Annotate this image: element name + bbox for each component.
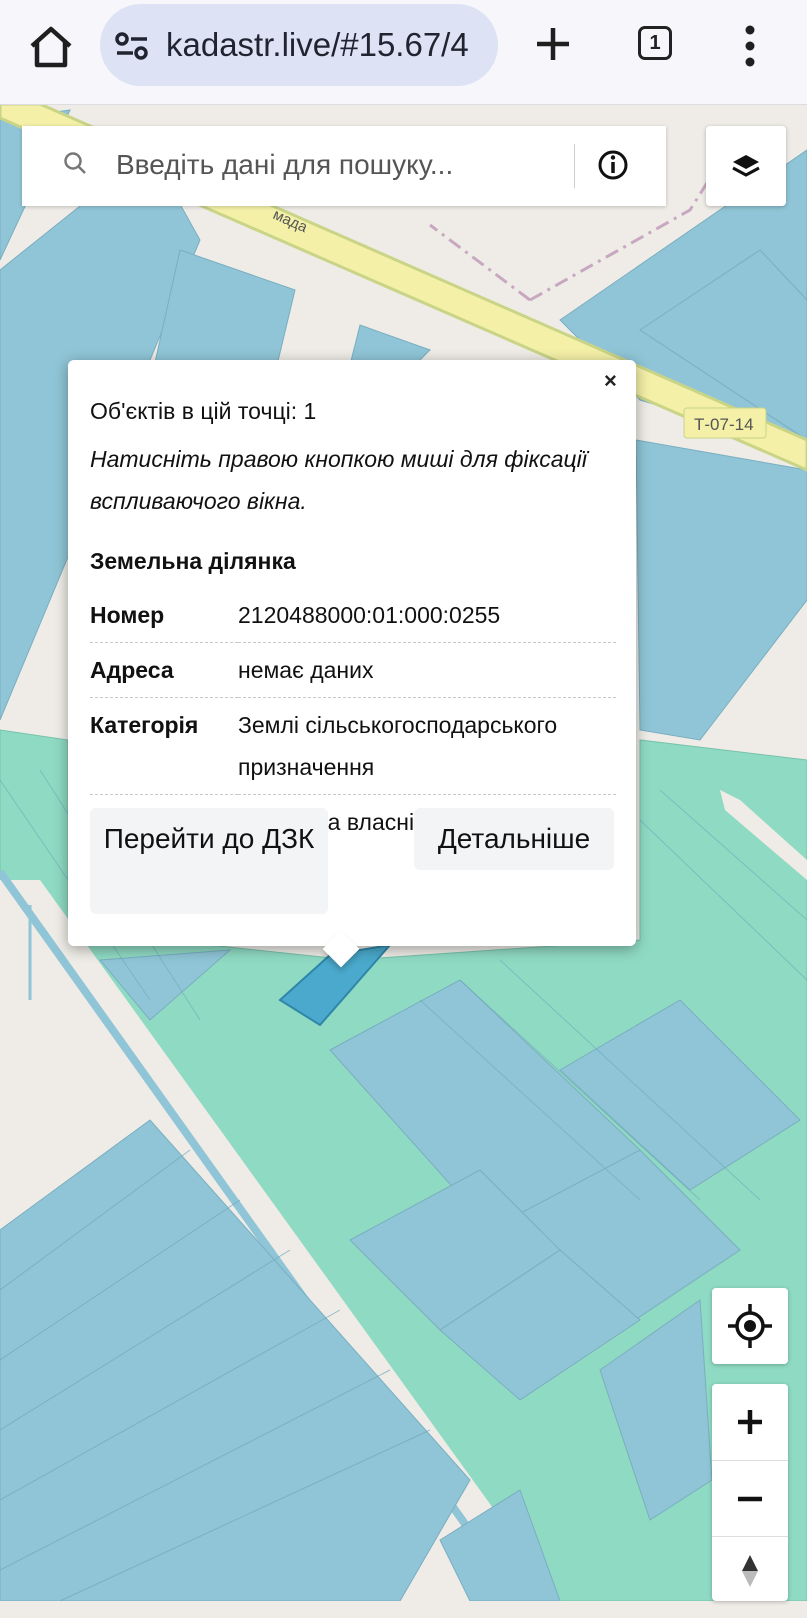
address-bar[interactable]: kadastr.live/#15.67/4 [100,4,498,86]
browser-toolbar: kadastr.live/#15.67/4 1 [0,0,807,105]
field-key: Адреса [90,642,238,698]
zoom-in-icon [738,1410,762,1434]
search-icon [64,152,86,174]
more-vert-icon[interactable] [744,24,756,68]
field-value: немає даних [238,642,616,698]
parcel-popup: × Об'єктів в цій точці: 1 Натисніть прав… [68,360,636,968]
home-icon[interactable] [26,24,76,70]
search-input[interactable]: Введіть дані для пошуку... [116,149,453,181]
layers-icon [732,155,760,177]
section-title: Земельна ділянка [90,548,296,574]
field-value: 2120488000:01:000:0255 [238,588,616,643]
zoom-in-button[interactable] [712,1384,788,1460]
close-icon[interactable]: × [604,368,617,394]
table-row: Адреса немає даних [90,642,616,698]
url-text[interactable]: kadastr.live/#15.67/4 [166,26,484,64]
site-settings-icon[interactable] [114,30,150,62]
field-key: Категорія [90,697,238,795]
locate-icon [728,1304,772,1348]
objects-count: Об'єктів в цій точці: 1 [90,398,317,424]
plus-icon[interactable] [533,24,573,64]
table-row: Категорія Землі сільськогосподарського п… [90,697,616,795]
field-key: Номер [90,588,238,643]
field-value: Землі сільськогосподарського призначення [238,697,616,795]
details-button[interactable]: Детальніше [414,808,614,870]
reset-north-button[interactable] [712,1536,788,1613]
table-row: Номер 2120488000:01:000:0255 [90,588,616,643]
search-divider [574,144,575,188]
popup-hint: Натисніть правою кнопкою миші для фіксац… [90,446,587,514]
zoom-out-icon [738,1496,762,1502]
locate-button[interactable] [712,1288,788,1364]
road-number-label: Т-07-14 [694,415,754,434]
compass-icon [742,1555,758,1587]
zoom-out-button[interactable] [712,1460,788,1537]
search-box[interactable]: Введіть дані для пошуку... [22,126,666,206]
layers-button[interactable] [706,126,786,206]
zoom-control [712,1384,788,1601]
tab-switcher-button[interactable]: 1 [638,26,672,60]
info-icon[interactable] [596,148,630,182]
go-to-dzk-button[interactable]: Перейти до ДЗК [90,808,328,914]
